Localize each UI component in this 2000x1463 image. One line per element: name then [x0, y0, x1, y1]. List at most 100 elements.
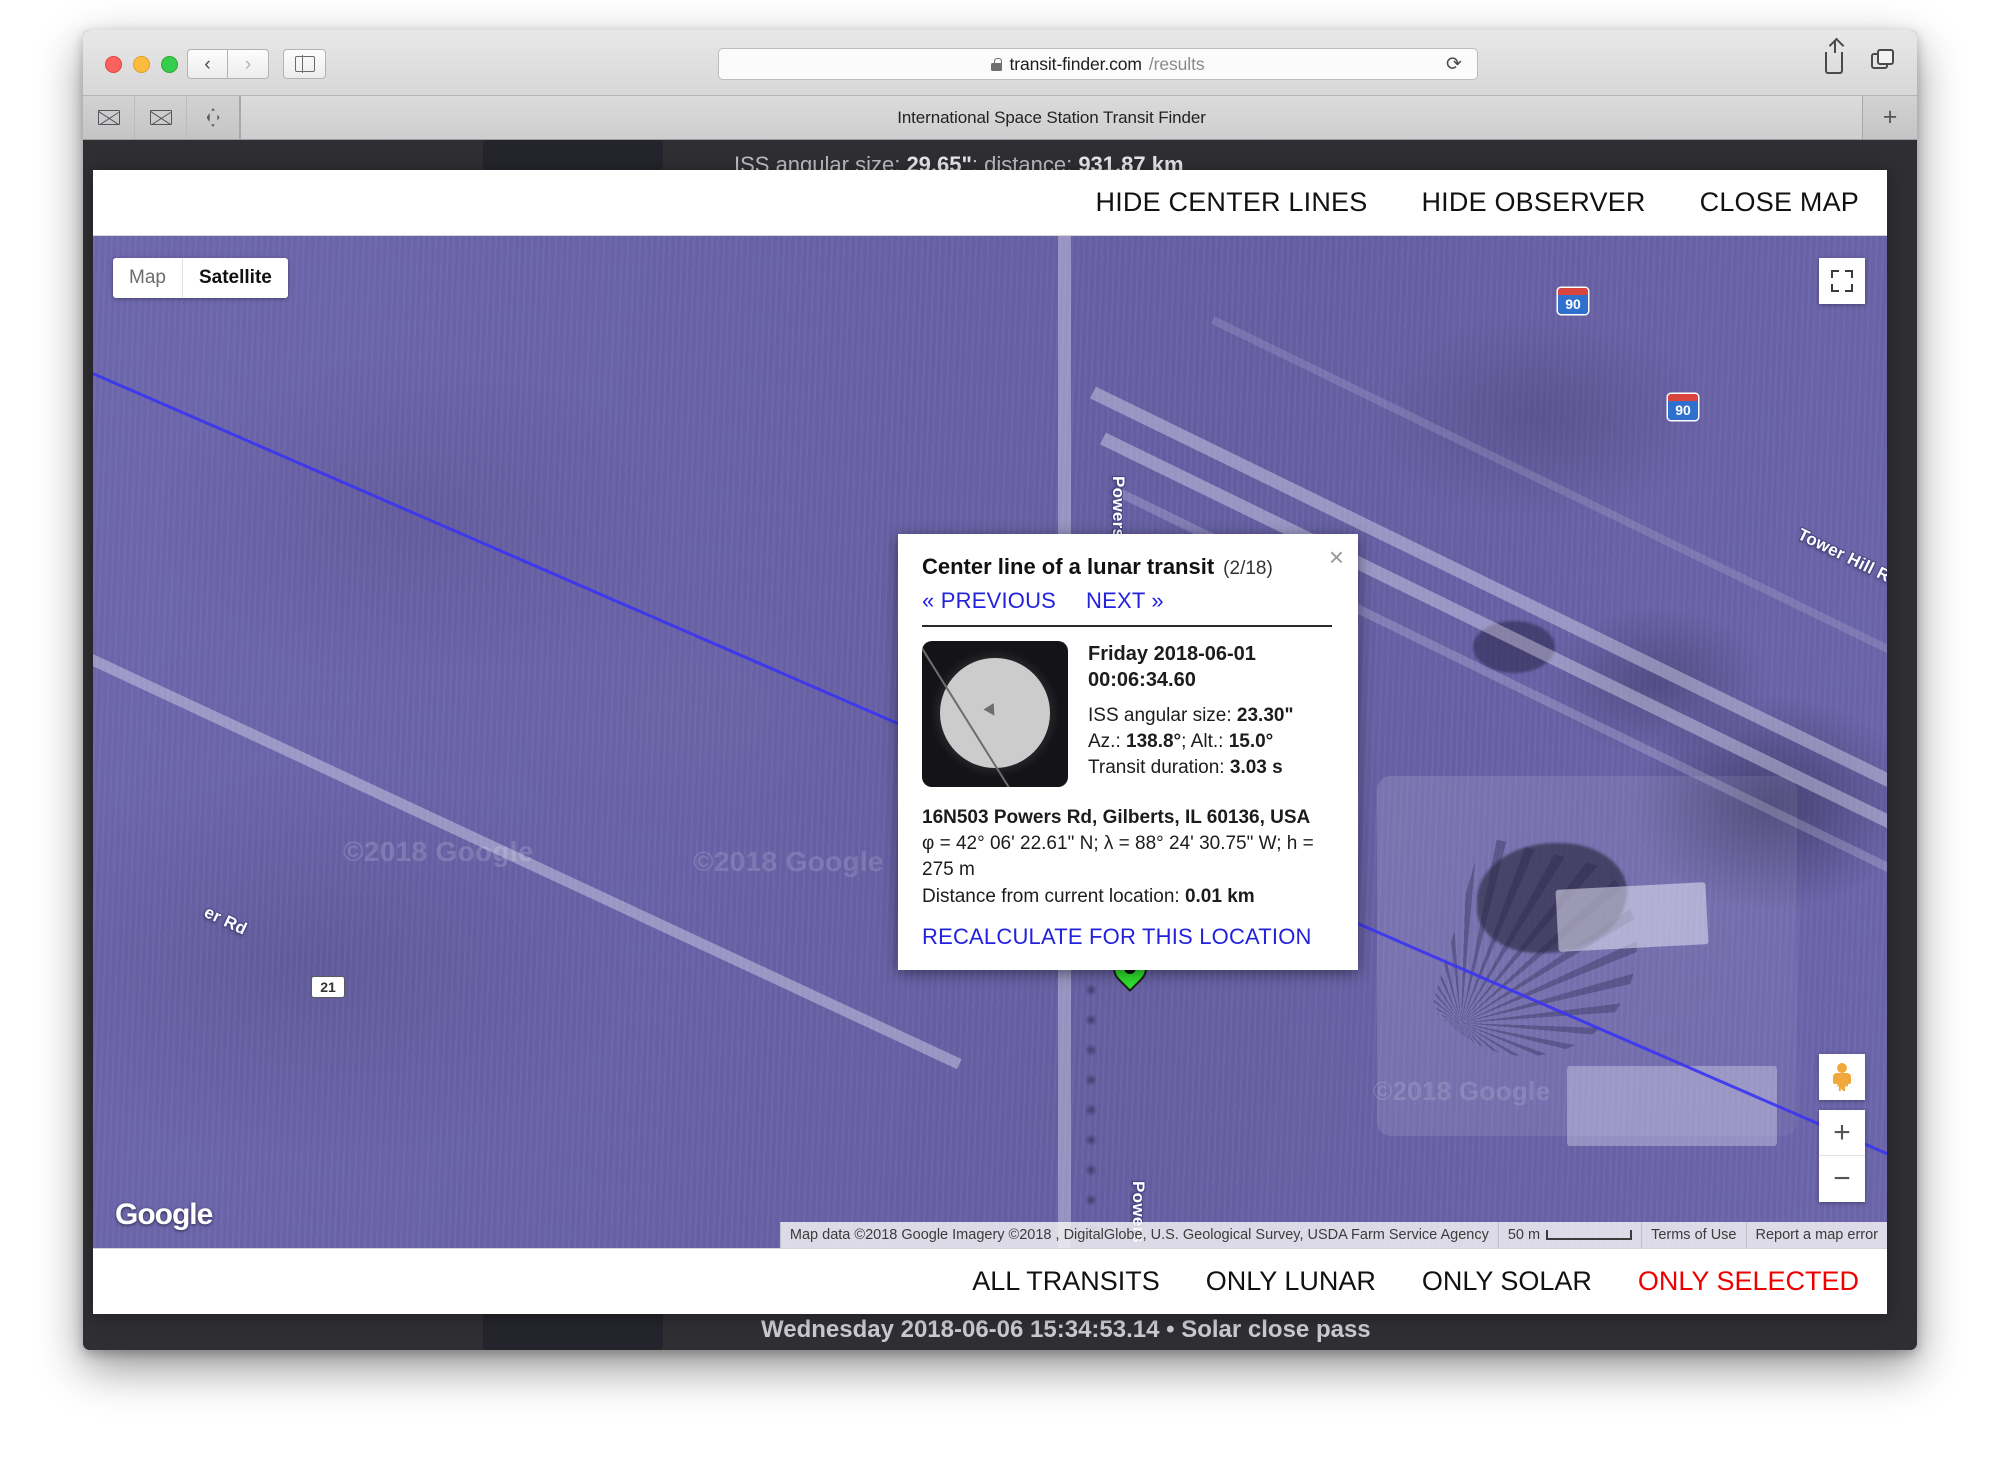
- pinned-tabs-group: [83, 96, 240, 139]
- window-traffic-lights: [105, 56, 178, 73]
- fullscreen-icon: [1831, 270, 1853, 292]
- map-type-map-button[interactable]: Map: [113, 258, 182, 298]
- new-tab-button[interactable]: +: [1863, 96, 1917, 139]
- tab-transit-finder[interactable]: International Space Station Transit Find…: [240, 96, 1863, 139]
- pinned-tab-mail-1[interactable]: [83, 96, 135, 139]
- altitude-label: ; Alt.:: [1181, 730, 1229, 752]
- navigation-buttons: ‹ ›: [187, 49, 269, 79]
- url-path: /results: [1148, 53, 1205, 74]
- url-text: transit-finder.com/results: [991, 53, 1205, 75]
- browser-window: ‹ › transit-finder.com/results ⟳ Interna…: [83, 30, 1917, 1350]
- distance-label: Distance from current location:: [922, 885, 1185, 907]
- building-secondary: [1567, 1066, 1777, 1146]
- azimuth-label: Az.:: [1088, 730, 1127, 752]
- attribution-scale: 50 m: [1497, 1222, 1642, 1248]
- transit-info-window: × Center line of a lunar transit (2/18) …: [898, 534, 1358, 970]
- desktop-background: ‹ › transit-finder.com/results ⟳ Interna…: [0, 0, 2000, 1463]
- browser-toolbar: ‹ › transit-finder.com/results ⟳: [83, 30, 1917, 96]
- map-overlay-panel: HIDE CENTER LINES HIDE OBSERVER CLOSE MA…: [93, 170, 1887, 1314]
- location-address: 16N503 Powers Rd, Gilberts, IL 60136, US…: [922, 807, 1311, 828]
- filter-only-selected-button[interactable]: ONLY SELECTED: [1638, 1266, 1859, 1297]
- scale-bar-icon: [1546, 1230, 1633, 1240]
- info-window-divider: [922, 625, 1332, 627]
- route-shield-21: 21: [311, 976, 345, 998]
- pegman-icon: [1833, 1063, 1851, 1091]
- forward-button[interactable]: ›: [228, 49, 269, 79]
- highway-shield-i90-south: 90: [1668, 394, 1698, 420]
- zoom-in-button[interactable]: +: [1819, 1110, 1865, 1156]
- close-info-window-button[interactable]: ×: [1329, 544, 1344, 570]
- highway-shield-i90-north: 90: [1558, 288, 1588, 314]
- url-domain: transit-finder.com: [1009, 53, 1142, 74]
- mail-icon: [97, 110, 120, 125]
- scale-label: 50 m: [1507, 1227, 1541, 1243]
- iss-angular-size-row: ISS angular size: 23.30": [1088, 703, 1293, 728]
- watermark-google-4: ©2018 Google: [1373, 1076, 1551, 1106]
- azimuth-value: 138.8°: [1126, 730, 1182, 752]
- transit-duration-row: Transit duration: 3.03 s: [1088, 755, 1293, 780]
- filter-only-lunar-button[interactable]: ONLY LUNAR: [1206, 1266, 1376, 1297]
- info-window-header: Center line of a lunar transit (2/18): [922, 554, 1332, 580]
- filter-all-transits-button[interactable]: ALL TRANSITS: [972, 1266, 1160, 1297]
- info-window-title: Center line of a lunar transit: [922, 554, 1215, 579]
- watermark-google-1: ©2018 Google: [343, 836, 534, 867]
- toolbar-right-tools: [1821, 40, 1895, 76]
- map-attribution-bar: Map data ©2018 Google Imagery ©2018 , Di…: [93, 1222, 1887, 1248]
- close-window-button[interactable]: [105, 56, 122, 73]
- transit-stats: ISS angular size: 23.30" Az.: 138.8°; Al…: [1088, 703, 1293, 780]
- filter-only-solar-button[interactable]: ONLY SOLAR: [1422, 1266, 1592, 1297]
- pinned-tab-diamond[interactable]: [187, 96, 239, 139]
- watermark-google-2: ©2018 Google: [693, 846, 884, 877]
- pinned-tab-mail-2[interactable]: [135, 96, 187, 139]
- lunar-transit-thumbnail: [922, 641, 1068, 787]
- location-details: 16N503 Powers Rd, Gilberts, IL 60136, US…: [922, 805, 1332, 910]
- attribution-terms-link[interactable]: Terms of Use: [1641, 1222, 1746, 1248]
- info-window-navigation: « PREVIOUS NEXT »: [922, 588, 1332, 614]
- previous-transit-link[interactable]: « PREVIOUS: [922, 588, 1056, 614]
- info-window-body: Friday 2018-06-01 00:06:34.60 ISS angula…: [922, 641, 1332, 787]
- sidebar-icon: [294, 55, 315, 73]
- tab-strip: International Space Station Transit Find…: [83, 96, 1917, 140]
- mail-icon: [149, 110, 172, 125]
- map-type-control: Map Satellite: [113, 258, 288, 298]
- map-bottom-toolbar: ALL TRANSITS ONLY LUNAR ONLY SOLAR ONLY …: [93, 1248, 1887, 1314]
- maximize-window-button[interactable]: [161, 56, 178, 73]
- close-map-button[interactable]: CLOSE MAP: [1700, 187, 1859, 218]
- recalculate-for-location-link[interactable]: RECALCULATE FOR THIS LOCATION: [922, 924, 1332, 950]
- show-tabs-icon[interactable]: [1869, 48, 1895, 76]
- az-alt-row: Az.: 138.8°; Alt.: 15.0°: [1088, 729, 1293, 754]
- distance-value: 0.01 km: [1184, 885, 1255, 907]
- location-coordinates: φ = 42° 06' 22.61" N; λ = 88° 24' 30.75"…: [922, 833, 1314, 881]
- transit-duration-label: Transit duration:: [1088, 756, 1230, 778]
- next-transit-link[interactable]: NEXT »: [1086, 588, 1164, 614]
- attribution-report-link[interactable]: Report a map error: [1745, 1222, 1887, 1248]
- map-type-satellite-button[interactable]: Satellite: [181, 258, 288, 298]
- iss-angular-size-value: 23.30": [1236, 704, 1294, 726]
- lock-icon: [991, 57, 1003, 71]
- hide-observer-button[interactable]: HIDE OBSERVER: [1421, 187, 1645, 218]
- transit-details: Friday 2018-06-01 00:06:34.60 ISS angula…: [1088, 641, 1293, 787]
- transit-date: Friday 2018-06-01: [1088, 643, 1256, 665]
- page-viewport: ISS angular size: 29.65"; distance: 931.…: [83, 140, 1917, 1350]
- page-card-edge-top: [483, 140, 663, 170]
- minimize-window-button[interactable]: [133, 56, 150, 73]
- sidebar-toggle-button[interactable]: [283, 49, 326, 79]
- address-bar[interactable]: transit-finder.com/results ⟳: [718, 48, 1478, 80]
- street-view-pegman-button[interactable]: [1819, 1054, 1865, 1100]
- iss-angular-size-label: ISS angular size:: [1088, 704, 1237, 726]
- zoom-out-button[interactable]: −: [1819, 1156, 1865, 1202]
- fullscreen-button[interactable]: [1819, 258, 1865, 304]
- tab-title: International Space Station Transit Find…: [897, 107, 1206, 127]
- background-next-event: Wednesday 2018-06-06 15:34:53.14 • Solar…: [761, 1316, 1371, 1343]
- share-icon[interactable]: [1821, 40, 1847, 76]
- transit-time: 00:06:34.60: [1088, 669, 1196, 692]
- hide-center-lines-button[interactable]: HIDE CENTER LINES: [1096, 187, 1368, 218]
- info-window-counter: (2/18): [1223, 558, 1273, 579]
- reload-icon[interactable]: ⟳: [1446, 55, 1465, 75]
- transit-duration-value: 3.03 s: [1229, 756, 1283, 778]
- google-map-canvas[interactable]: Powers Rd Powers Rd Tower Hill Rd Big Ti…: [93, 236, 1887, 1248]
- zoom-controls: + −: [1819, 1110, 1865, 1202]
- back-button[interactable]: ‹: [187, 49, 228, 79]
- diamond-icon: [206, 108, 220, 127]
- building-primary: [1555, 882, 1709, 952]
